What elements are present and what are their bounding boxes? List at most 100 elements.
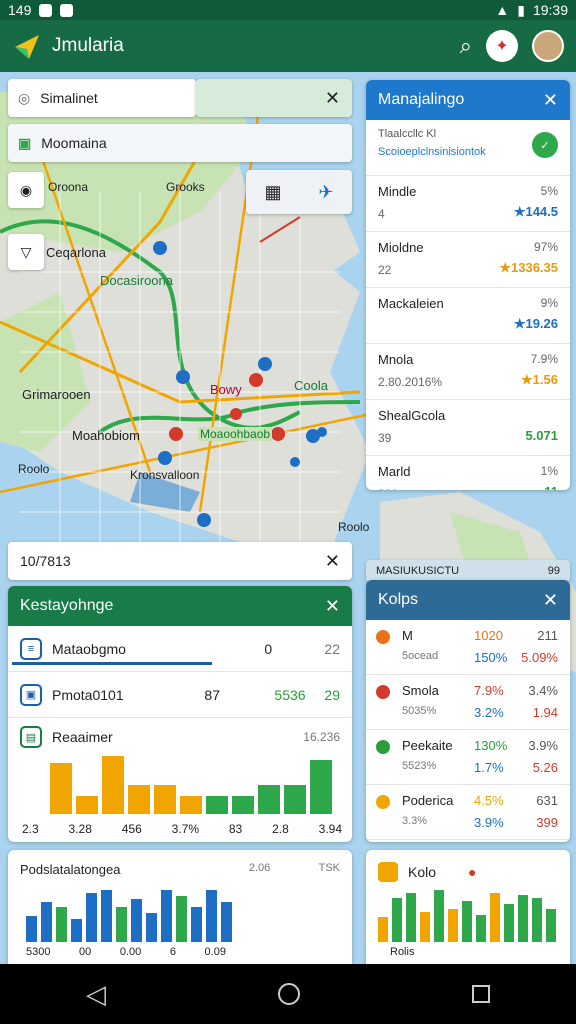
chart-bar (392, 898, 402, 942)
bottom-left-bar-chart (26, 890, 236, 942)
back-icon[interactable]: ◁ (86, 979, 106, 1010)
kestay-row-3-label: Reaaimer (52, 729, 113, 745)
kolps-row-v2: 150% (474, 650, 508, 665)
chart-bar (504, 903, 514, 942)
kolps-row-sub: 5ocead (402, 650, 439, 662)
notification-icon (39, 3, 53, 17)
kolps-row-v4: 1.94 (532, 705, 558, 720)
manage-row[interactable]: ShealGcola 39 5.071 (366, 400, 570, 456)
kestay-progress (12, 662, 212, 665)
pin-icon: ◎ (18, 89, 31, 106)
search-field-secondary-label: Moomaina (41, 135, 107, 151)
chart-bar (128, 785, 150, 814)
manage-row-name: Marld (378, 464, 411, 479)
chart-bar (26, 916, 37, 942)
manage-row[interactable]: Mindle 4 5% ★144.5 (366, 176, 570, 232)
kolps-row[interactable]: M 5ocead 1020 150% 211 5.09% (366, 620, 570, 675)
manage-row-name: Mioldne (378, 240, 424, 255)
kolps-row[interactable]: Peekaite 5523% 130% 1.7% 3.9% 5.26 (366, 730, 570, 785)
search-field-primary[interactable]: ◎ Simalinet (8, 79, 196, 117)
manage-panel-header: Manajalingo ✕ (366, 80, 570, 120)
kestay-row-1-a: 0 (264, 640, 273, 657)
kolps-toolbar-value: 99 (547, 565, 560, 577)
chart-bar (462, 900, 472, 942)
chart-bar (448, 909, 458, 942)
close-icon[interactable]: ✕ (325, 88, 340, 109)
manage-row-value: 5.071 (525, 428, 558, 443)
coordinate-close-icon[interactable]: ✕ (325, 551, 340, 572)
location-pin-icon: ● (468, 864, 477, 880)
kolps-row[interactable]: Poderica 3.3% 4.5% 3.9% 631 399 (366, 785, 570, 840)
home-icon[interactable] (278, 983, 300, 1005)
kestay-chart-area: ▤ Reaaimer 16.236 2.3 3.28 456 3.7% 83 2.8 3.94 (8, 718, 352, 842)
chart-bar (131, 898, 142, 942)
filter-button[interactable]: ▽ (8, 234, 44, 270)
app-bar: Jmularia ⌕ ✦ (0, 20, 576, 72)
kolps-close-icon[interactable]: ✕ (543, 590, 558, 611)
bottom-left-chart-card: Podslatalatongea 2.06 TSK 5300 00 0.00 6 0.0… (8, 850, 352, 964)
manage-panel: Manajalingo ✕ Tlaalccllc Kl Scoioeplclnsi… (366, 80, 570, 490)
manage-row-value: 11 (544, 484, 558, 490)
avatar[interactable] (532, 30, 564, 62)
chart-bar (146, 913, 157, 942)
compass-icon[interactable]: ✦ (486, 30, 518, 62)
map-tools: ▦ ✈ (246, 170, 352, 214)
kolps-row-v1: 7.9% (474, 683, 504, 698)
bottom-right-icon (378, 862, 398, 882)
bottom-left-value: 2.06 (248, 862, 271, 874)
chart-bar (406, 892, 416, 942)
kestay-row-3-value: 16.236 (303, 730, 340, 744)
search-icon[interactable]: ⌕ (460, 33, 472, 59)
map-label-ceqarlona: Ceqarlona (46, 245, 106, 260)
kolps-toolbar: MASIUKUSICTU 99 (366, 560, 570, 582)
grid-view-icon[interactable]: ▦ (264, 182, 281, 203)
manage-row-name: Mackaleien (378, 296, 444, 311)
manage-row-name: ShealGcola (378, 408, 446, 423)
manage-panel-close-icon[interactable]: ✕ (543, 90, 558, 111)
manage-panel-title: Manajalingo (378, 91, 465, 108)
chart-bar (41, 901, 52, 942)
kestay-row-2-c: 29 (324, 686, 340, 703)
kolps-row[interactable]: Smola 5035% 7.9% 3.2% 3.4% 1.94 (366, 675, 570, 730)
kolps-row-icon (376, 740, 390, 754)
map-label-grooks: Grooks (166, 180, 205, 194)
map-label-roolo: Roolo (18, 462, 50, 476)
manage-row[interactable]: Mnola 2.80.2016% 7.9% ★1.56 (366, 344, 570, 400)
battery-icon: ▮ (517, 1, 525, 18)
list-icon: ≡ (20, 637, 42, 660)
layers-button[interactable]: ◉ (8, 172, 44, 208)
bottom-right-title: Kolo (408, 864, 437, 880)
chart-bar (310, 759, 332, 814)
axis-label: 3.94 (318, 822, 342, 836)
manage-row-pct: 9% (540, 296, 558, 310)
manage-row[interactable]: Marld 390 1% 11 (366, 456, 570, 490)
status-time-left: 149 (8, 2, 32, 18)
kestay-row-1[interactable]: ≡ Mataobgmo 0 22 (8, 626, 352, 672)
chart-icon: ▤ (20, 726, 42, 748)
search-field-secondary[interactable]: ▣ Moomaina (8, 124, 352, 162)
map-area[interactable]: Oroona Grooks Ceqarlona Docasiroona Grim… (0, 72, 576, 964)
chart-bar (71, 918, 82, 942)
kestay-row-2[interactable]: ▣ Pmota0101 87 5536 29 (8, 672, 352, 718)
bottom-left-axis: 5300 00 0.00 6 0.09 (26, 946, 226, 958)
app-title: Jmularia (52, 35, 124, 56)
kolps-title: Kolps (378, 591, 419, 608)
coordinate-search[interactable]: 10/7813 ✕ (8, 542, 352, 580)
manage-row[interactable]: Mackaleien 9% ★19.26 (366, 288, 570, 344)
kestay-bar-chart (50, 756, 340, 814)
kolps-row-sub: 5035% (402, 705, 437, 717)
check-icon[interactable]: ✓ (532, 132, 558, 158)
navigation-icon[interactable]: ✈ (318, 182, 333, 203)
manage-panel-subheader: Tlaalccllc Kl Scoioeplclnsinisiontok ✓ (366, 120, 570, 176)
kolps-row-v2: 3.2% (474, 705, 504, 720)
kolps-row-icon (376, 630, 390, 644)
manage-row[interactable]: Mioldne 22 97% ★1336.35 (366, 232, 570, 288)
map-label-kronsvalloon: Kronsvalloon (130, 468, 200, 482)
map-label-docasiroona: Docasiroona (100, 273, 173, 288)
chart-bar (76, 795, 98, 814)
kestay-close-icon[interactable]: ✕ (325, 596, 340, 617)
axis-label: 6 (169, 946, 176, 958)
kolps-row-v1: 4.5% (474, 793, 504, 808)
recents-icon[interactable] (472, 985, 490, 1003)
manage-row-sub: 390 (378, 487, 558, 490)
